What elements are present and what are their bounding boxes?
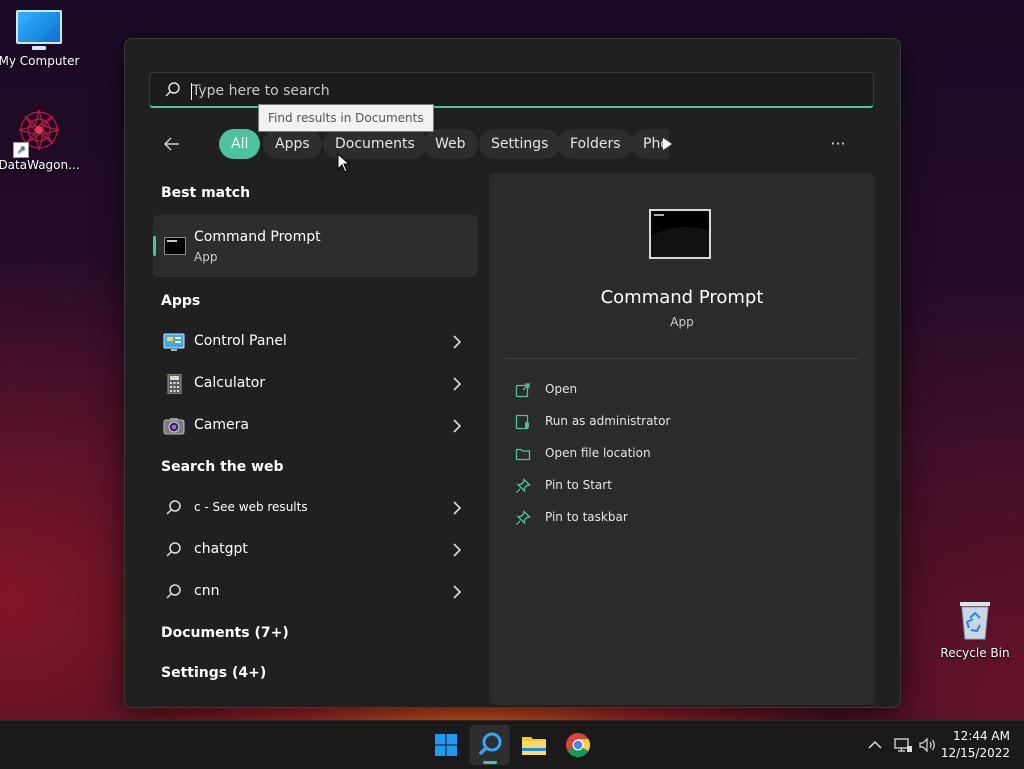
filter-chip-web[interactable]: Web bbox=[423, 129, 478, 159]
filter-chip-folders[interactable]: Folders bbox=[558, 129, 633, 159]
web-result-chatgpt[interactable]: chatgpt bbox=[153, 530, 478, 570]
filter-chip-apps[interactable]: Apps bbox=[263, 129, 322, 159]
taskbar: 12:44 AM 12/15/2022 bbox=[0, 720, 1024, 769]
action-label: Run as administrator bbox=[545, 414, 671, 428]
search-web-heading: Search the web bbox=[161, 459, 284, 475]
command-prompt-icon bbox=[164, 237, 186, 255]
best-match-heading: Best match bbox=[161, 185, 251, 201]
chevron-right-icon bbox=[453, 335, 462, 349]
search-icon bbox=[166, 542, 181, 557]
settings-heading[interactable]: Settings (4+) bbox=[161, 665, 266, 681]
web-result-label: chatgpt bbox=[194, 541, 248, 557]
chevron-right-icon bbox=[453, 419, 462, 433]
desktop-icon-label: My Computer bbox=[0, 54, 80, 68]
desktop-icon-datawagon[interactable]: ↗ DataWagon... bbox=[0, 106, 82, 172]
chevron-right-icon bbox=[453, 585, 462, 599]
text-caret bbox=[191, 83, 192, 100]
search-box[interactable] bbox=[149, 72, 874, 108]
action-label: Open bbox=[545, 382, 578, 396]
action-run-as-admin[interactable]: Run as administrator bbox=[515, 410, 845, 434]
admin-icon bbox=[515, 414, 529, 430]
divider bbox=[505, 358, 859, 359]
chrome-icon bbox=[566, 733, 591, 758]
web-result-label: c - See web results bbox=[194, 500, 308, 514]
network-icon[interactable] bbox=[893, 735, 913, 755]
preview-title: Command Prompt bbox=[600, 287, 764, 308]
preview-subtitle: App bbox=[670, 315, 694, 329]
desktop-icon-my-computer[interactable]: My Computer bbox=[0, 10, 82, 68]
chevron-right-icon bbox=[453, 501, 462, 515]
file-explorer-button[interactable] bbox=[514, 725, 554, 765]
web-result-c[interactable]: c - See web results bbox=[153, 488, 478, 528]
filter-chips: All Apps Documents Web Settings Folders … bbox=[219, 129, 669, 161]
system-clock[interactable]: 12:44 AM 12/15/2022 bbox=[941, 728, 1010, 762]
mouse-cursor-icon bbox=[337, 153, 351, 173]
folder-icon bbox=[522, 737, 546, 755]
action-pin-to-taskbar[interactable]: Pin to taskbar bbox=[515, 506, 845, 530]
app-result-label: Calculator bbox=[194, 375, 266, 391]
action-label: Open file location bbox=[545, 446, 651, 460]
apps-heading: Apps bbox=[161, 293, 201, 309]
filter-chip-all[interactable]: All bbox=[219, 129, 261, 159]
web-result-label: cnn bbox=[194, 583, 220, 599]
app-result-label: Control Panel bbox=[194, 333, 287, 349]
filter-chip-settings[interactable]: Settings bbox=[479, 129, 561, 159]
documents-heading[interactable]: Documents (7+) bbox=[161, 625, 289, 641]
recycle-bin-icon bbox=[957, 598, 993, 640]
search-panel: Find results in Documents All Apps Docum… bbox=[124, 38, 901, 708]
scroll-right-icon[interactable] bbox=[659, 136, 675, 152]
pin-icon bbox=[516, 478, 531, 493]
control-panel-icon bbox=[163, 333, 185, 351]
open-icon bbox=[515, 383, 530, 398]
computer-icon bbox=[16, 10, 62, 50]
folder-icon bbox=[515, 448, 531, 461]
web-result-cnn[interactable]: cnn bbox=[153, 572, 478, 612]
best-match-item[interactable]: Command Prompt App bbox=[153, 215, 478, 277]
windows-logo-icon bbox=[435, 734, 457, 756]
app-result-control-panel[interactable]: Control Panel bbox=[153, 322, 478, 362]
filter-bar: All Apps Documents Web Settings Folders … bbox=[149, 129, 879, 161]
start-button[interactable] bbox=[426, 725, 466, 765]
search-icon bbox=[165, 82, 180, 97]
action-open-file-location[interactable]: Open file location bbox=[515, 442, 845, 466]
chevron-right-icon bbox=[453, 377, 462, 391]
chevron-right-icon bbox=[453, 543, 462, 557]
chrome-button[interactable] bbox=[558, 725, 598, 765]
search-icon bbox=[478, 732, 502, 756]
best-match-name: Command Prompt bbox=[194, 229, 321, 245]
action-open[interactable]: Open bbox=[515, 378, 845, 402]
command-prompt-icon bbox=[649, 209, 711, 259]
app-result-calculator[interactable]: Calculator bbox=[153, 364, 478, 404]
chevron-up-icon[interactable] bbox=[865, 735, 885, 755]
datawagon-icon: ↗ bbox=[13, 106, 63, 158]
app-result-camera[interactable]: Camera bbox=[153, 406, 478, 446]
best-match-type: App bbox=[194, 250, 218, 264]
search-icon bbox=[166, 584, 181, 599]
action-pin-to-start[interactable]: Pin to Start bbox=[515, 474, 845, 498]
back-arrow-icon[interactable] bbox=[159, 131, 185, 157]
calculator-icon bbox=[167, 374, 182, 394]
search-input[interactable] bbox=[190, 79, 854, 103]
volume-icon[interactable] bbox=[918, 735, 938, 755]
tooltip: Find results in Documents bbox=[258, 104, 434, 132]
desktop-icon-recycle-bin[interactable]: Recycle Bin bbox=[932, 598, 1018, 660]
taskbar-search-button[interactable] bbox=[470, 725, 510, 765]
search-icon bbox=[166, 500, 181, 515]
clock-date: 12/15/2022 bbox=[940, 746, 1010, 760]
desktop-icon-label: Recycle Bin bbox=[940, 646, 1010, 660]
camera-icon bbox=[163, 418, 185, 435]
preview-pane: Command Prompt App Open Run as administr… bbox=[489, 173, 875, 705]
clock-time: 12:44 AM bbox=[953, 729, 1010, 743]
desktop-icon-label: DataWagon... bbox=[0, 158, 80, 172]
app-result-label: Camera bbox=[194, 417, 249, 433]
action-label: Pin to taskbar bbox=[545, 510, 628, 524]
pin-icon bbox=[516, 510, 531, 525]
shortcut-arrow-icon: ↗ bbox=[13, 142, 29, 158]
selection-indicator bbox=[153, 236, 156, 256]
action-label: Pin to Start bbox=[545, 478, 612, 492]
more-options-button[interactable]: ··· bbox=[827, 135, 849, 153]
